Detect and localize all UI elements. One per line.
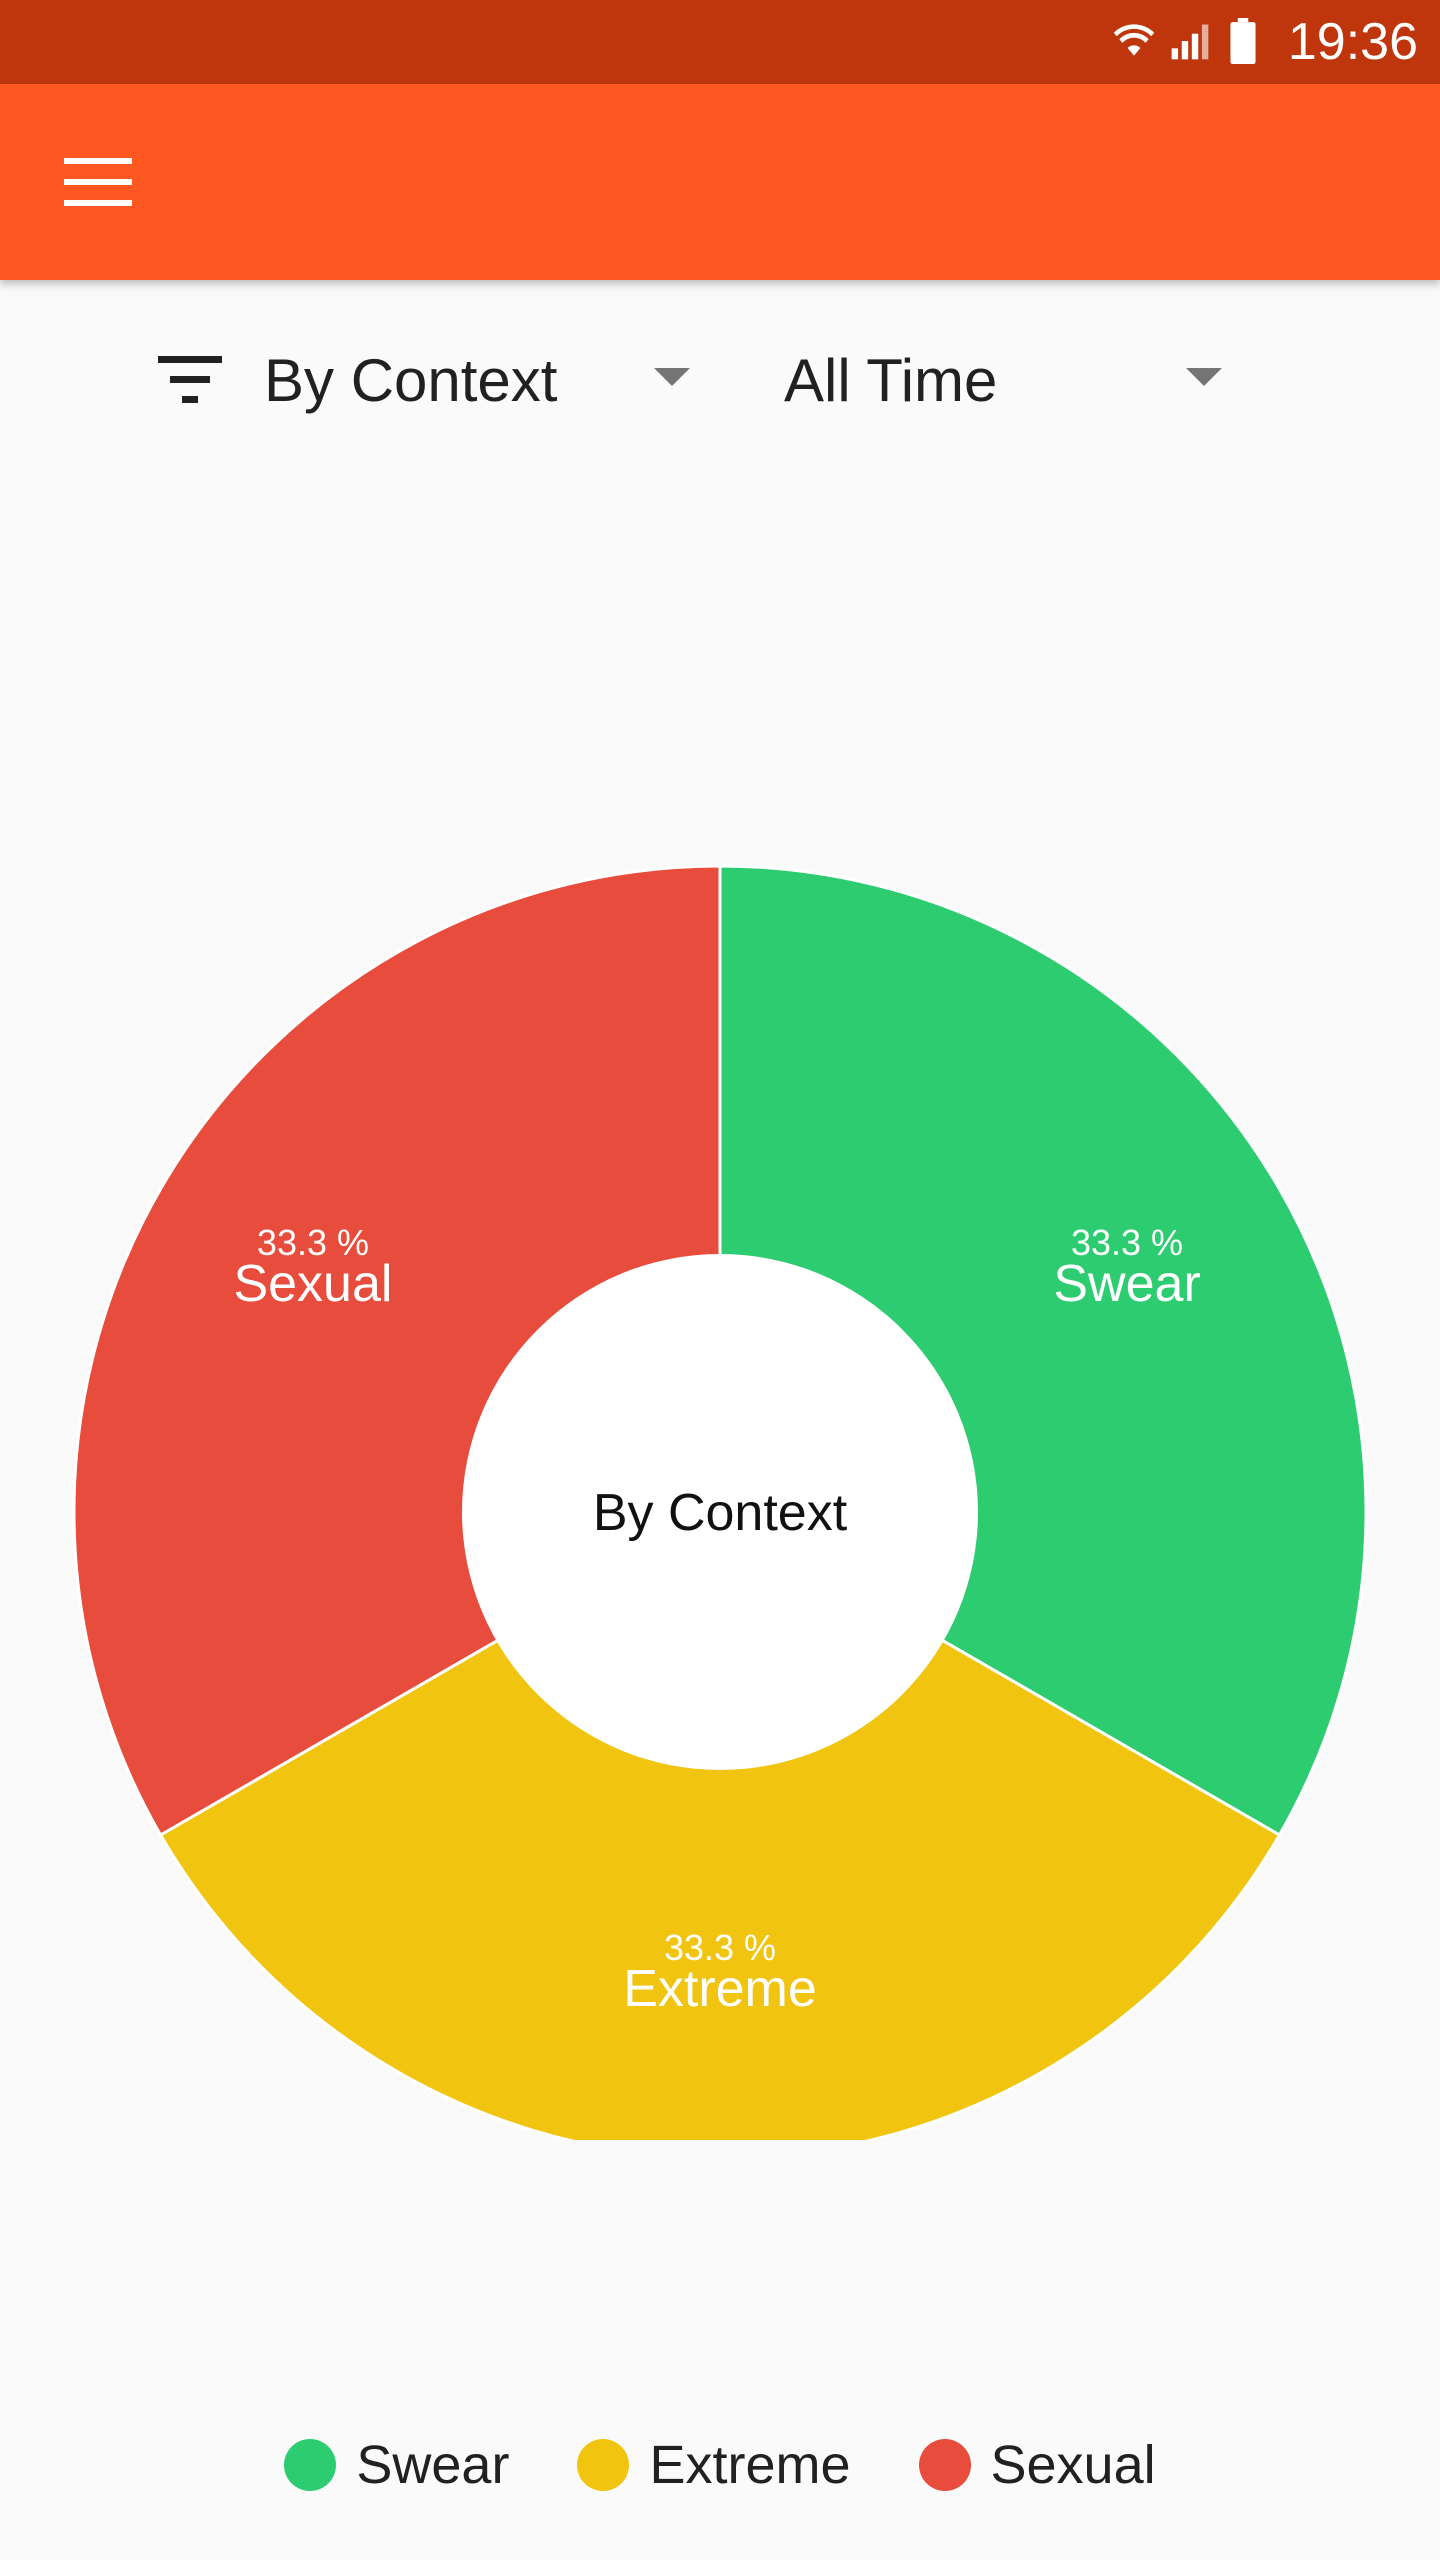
slice-category-label: Extreme <box>623 1960 817 2018</box>
filter-row: By Context All Time <box>0 320 1440 440</box>
legend-swatch <box>577 2439 630 2491</box>
legend-item-extreme[interactable]: Extreme <box>577 2434 851 2496</box>
time-range-dropdown[interactable]: All Time <box>784 320 1244 440</box>
wifi-icon <box>1113 24 1155 56</box>
status-bar: 19:36 <box>0 0 1440 84</box>
time-range-dropdown-label: All Time <box>784 346 998 414</box>
context-dropdown-caret-icon <box>654 368 690 386</box>
status-time: 19:36 <box>1287 13 1418 71</box>
legend-swatch <box>284 2439 337 2491</box>
filter-icon[interactable] <box>156 354 226 406</box>
signal-icon <box>1171 24 1209 60</box>
menu-button[interactable] <box>44 128 152 236</box>
pie-chart[interactable]: 33.3 %Swear33.3 %Extreme33.3 %SexualBy C… <box>0 840 1440 2160</box>
app-bar <box>0 84 1440 280</box>
battery-icon <box>1230 18 1256 64</box>
menu-icon <box>64 158 132 206</box>
status-icons <box>1112 18 1258 64</box>
context-dropdown[interactable]: By Context <box>264 320 704 440</box>
time-range-dropdown-caret-icon <box>1186 368 1222 386</box>
legend-item-swear[interactable]: Swear <box>284 2434 509 2496</box>
donut-center-label: By Context <box>593 1484 848 1542</box>
legend-label: Sexual <box>990 2435 1156 2495</box>
legend-label: Swear <box>356 2435 510 2495</box>
legend-swatch <box>918 2439 971 2491</box>
legend-label: Extreme <box>649 2435 851 2495</box>
slice-category-label: Swear <box>1053 1255 1200 1313</box>
chart-legend: Swear Extreme Sexual <box>0 2420 1440 2510</box>
legend-item-sexual[interactable]: Sexual <box>918 2434 1156 2496</box>
slice-category-label: Sexual <box>233 1255 392 1313</box>
context-dropdown-label: By Context <box>264 346 558 414</box>
pie-chart-container: 33.3 % Swear 33.3 % Extreme 33.3 % Sexual By C… <box>0 840 1440 2160</box>
